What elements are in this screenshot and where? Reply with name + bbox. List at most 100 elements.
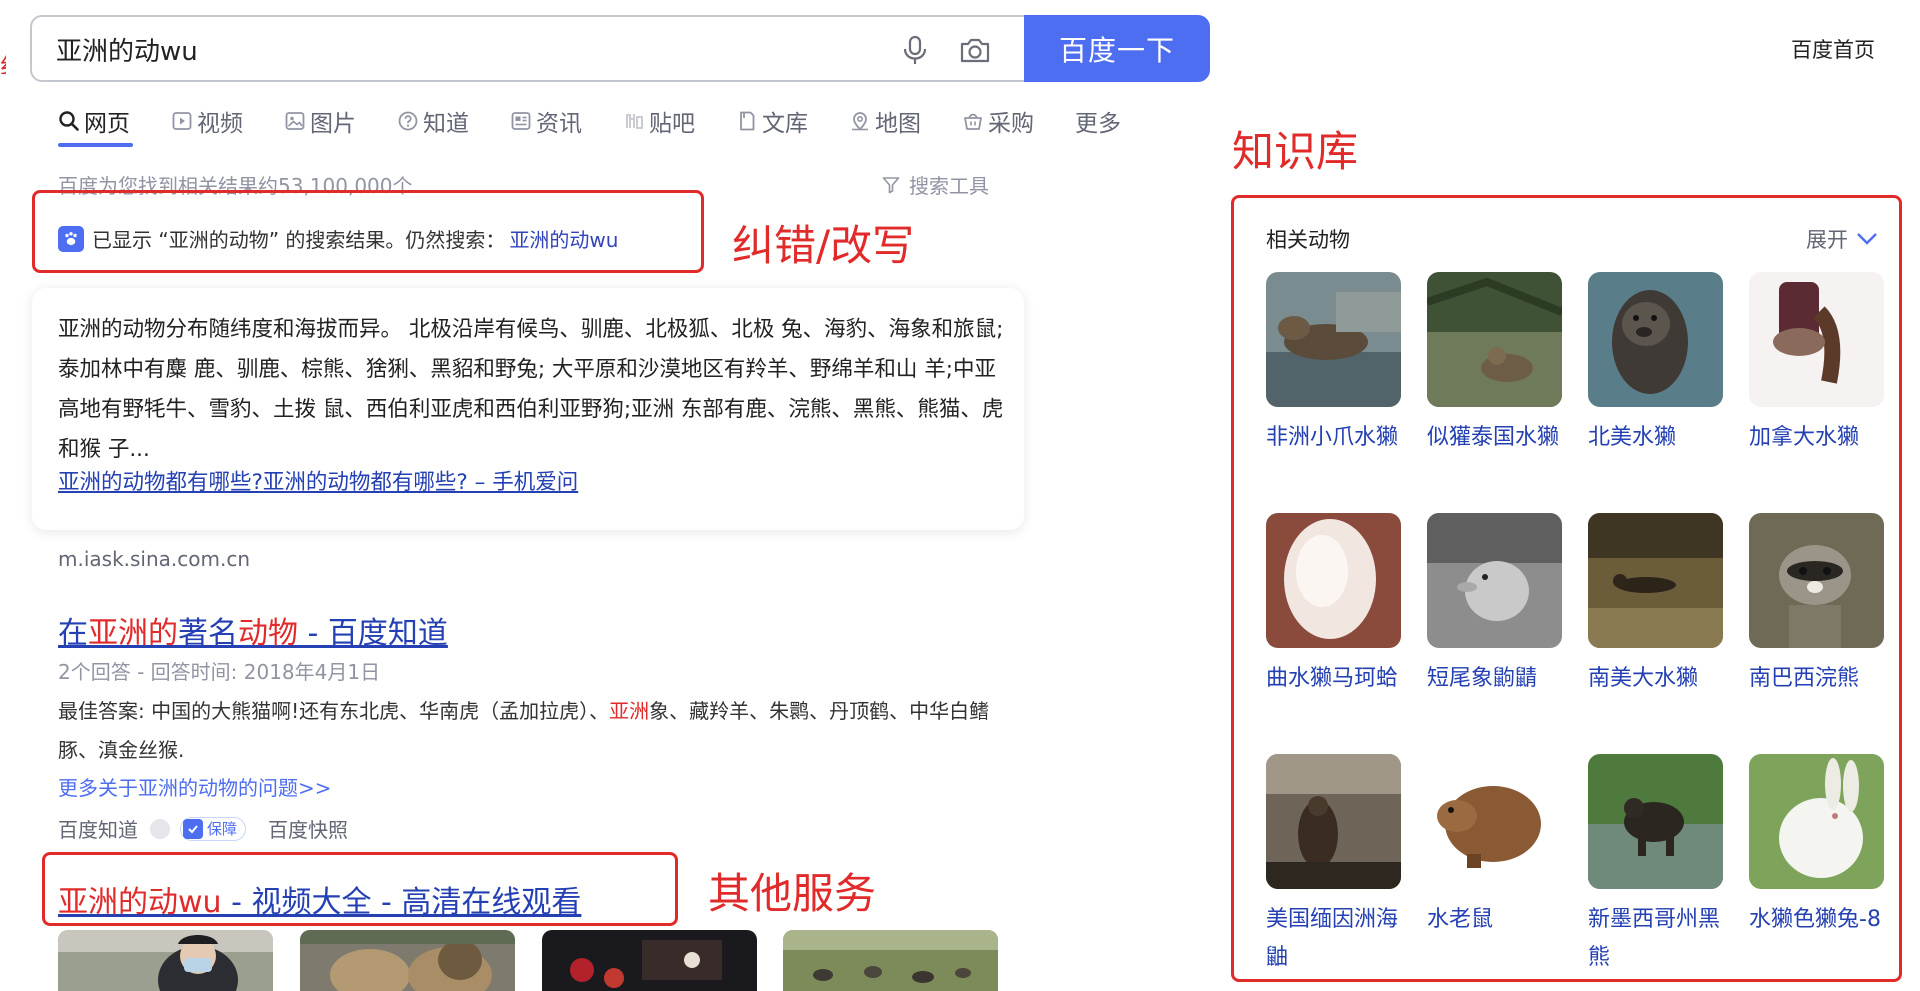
search-tools-button[interactable]: 搜索工具 xyxy=(881,170,989,199)
tab-map[interactable]: 地图 xyxy=(849,104,921,138)
search-box[interactable]: 亚洲的动wu xyxy=(30,15,1026,82)
tab-label: 资讯 xyxy=(536,111,582,137)
title-part: 著名 xyxy=(178,616,238,651)
badge-label: 保障 xyxy=(207,820,238,838)
animal-name: 曲水獭马珂蛤 xyxy=(1266,666,1399,691)
source-name[interactable]: 百度知道 xyxy=(58,814,138,843)
animal-card[interactable]: 南美大水獭 xyxy=(1588,513,1726,698)
animal-name: 加拿大水獭 xyxy=(1749,425,1860,450)
tab-news[interactable]: 资讯 xyxy=(510,104,582,138)
tab-wenku[interactable]: 文库 xyxy=(736,104,808,138)
tab-label: 文库 xyxy=(762,111,808,137)
result-footer: 百度知道 保障 百度快照 xyxy=(58,814,348,843)
animal-image xyxy=(1749,754,1884,889)
video-icon xyxy=(172,112,192,130)
search-tools-label: 搜索工具 xyxy=(909,174,989,198)
search-icon xyxy=(59,111,79,131)
title-part: - 视频大全 - 高清在线观看 xyxy=(221,885,582,920)
animal-card[interactable]: 北美水獭 xyxy=(1588,272,1726,457)
search-button[interactable]: 百度一下 xyxy=(1024,15,1210,82)
question-icon xyxy=(398,111,418,131)
chevron-down-icon xyxy=(1857,233,1877,245)
title-part: 在 xyxy=(58,616,88,651)
tab-label: 网页 xyxy=(84,111,130,137)
basket-icon xyxy=(964,113,982,130)
animal-card[interactable]: 加拿大水獭 xyxy=(1749,272,1887,457)
animal-image xyxy=(1266,754,1401,889)
animal-image xyxy=(1749,272,1884,407)
animal-image xyxy=(1588,513,1723,648)
tab-label: 图片 xyxy=(310,111,356,137)
microphone-icon[interactable] xyxy=(898,33,932,67)
correction-text: 已显示 “亚洲的动物” 的搜索结果。仍然搜索： xyxy=(92,228,506,252)
tab-label: 视频 xyxy=(197,111,243,137)
document-icon xyxy=(740,111,755,131)
animal-image xyxy=(1266,272,1401,407)
video-thumbnail[interactable] xyxy=(58,930,273,991)
animal-card[interactable]: 美国缅因洲海鼬 xyxy=(1266,754,1404,977)
animal-image xyxy=(1749,513,1884,648)
animal-card[interactable]: 新墨西哥州黑熊 xyxy=(1588,754,1726,977)
result-title-link[interactable]: 在亚洲的著名动物 - 百度知道 xyxy=(58,608,448,652)
result-snippet: 最佳答案: 中国的大熊猫啊!还有东北虎、华南虎（孟加拉虎）、亚洲象、藏羚羊、朱鹮… xyxy=(58,692,1008,770)
animal-name: 南美大水獭 xyxy=(1588,666,1699,691)
news-icon xyxy=(511,112,531,130)
tab-label: 采购 xyxy=(988,111,1034,137)
animal-image xyxy=(1427,272,1562,407)
active-tab-indicator xyxy=(58,143,133,147)
tab-purchase[interactable]: 采购 xyxy=(962,104,1034,138)
animal-card[interactable]: 南巴西浣熊 xyxy=(1749,513,1887,698)
annotation-label-correction: 纠错/改写 xyxy=(732,221,915,270)
animal-card[interactable]: 似獾泰国水獭 xyxy=(1427,272,1565,457)
animal-name: 新墨西哥州黑熊 xyxy=(1588,907,1721,970)
animal-card[interactable]: 非洲小爪水獭 xyxy=(1266,272,1404,457)
tab-video[interactable]: 视频 xyxy=(171,104,243,138)
animal-name: 水老鼠 xyxy=(1427,907,1494,932)
image-icon xyxy=(285,112,305,130)
snippet-highlight: 亚洲 xyxy=(609,699,650,723)
video-thumbnail[interactable] xyxy=(300,930,515,991)
tab-image[interactable]: 图片 xyxy=(284,104,356,138)
annotation-edge-mark: 纠 xyxy=(0,46,6,74)
annotation-label-knowledge: 知识库 xyxy=(1232,127,1359,176)
animal-image xyxy=(1588,754,1723,889)
tab-zhidao[interactable]: 知道 xyxy=(397,104,469,138)
search-input[interactable]: 亚洲的动wu xyxy=(56,31,198,68)
tab-more[interactable]: 更多 xyxy=(1075,104,1121,138)
answer-text: 亚洲的动物分布随纬度和海拔而异。 北极沿岸有候鸟、驯鹿、北极狐、北极 兔、海豹、… xyxy=(58,317,1004,462)
animal-name: 似獾泰国水獭 xyxy=(1427,425,1560,450)
tieba-icon xyxy=(626,114,643,129)
tab-label: 更多 xyxy=(1075,111,1121,137)
snapshot-link[interactable]: 百度快照 xyxy=(268,814,348,843)
animal-name: 南巴西浣熊 xyxy=(1749,666,1860,691)
guarantee-badge[interactable]: 保障 xyxy=(180,816,247,841)
answer-source-url: m.iask.sina.com.cn xyxy=(58,547,251,571)
camera-icon[interactable] xyxy=(958,33,992,67)
animal-name: 美国缅因洲海鼬 xyxy=(1266,907,1399,970)
animal-card[interactable]: 曲水獭马珂蛤 xyxy=(1266,513,1404,698)
expand-button[interactable]: 展开 xyxy=(1806,224,1878,254)
title-highlight: 动物 xyxy=(238,616,298,651)
more-questions-link[interactable]: 更多关于亚洲的动物的问题>> xyxy=(58,772,332,801)
check-icon xyxy=(183,818,203,839)
tab-label: 地图 xyxy=(875,111,921,137)
animal-card[interactable]: 水老鼠 xyxy=(1427,754,1565,939)
tab-label: 贴吧 xyxy=(649,111,695,137)
video-thumbnail[interactable] xyxy=(783,930,998,991)
animal-card[interactable]: 水獭色獭兔-8 xyxy=(1749,754,1887,939)
correction-link[interactable]: 亚洲的动wu xyxy=(509,224,618,253)
animal-name: 短尾象鼩鼱 xyxy=(1427,666,1538,691)
title-highlight: 亚洲的 xyxy=(88,616,178,651)
animal-card[interactable]: 短尾象鼩鼱 xyxy=(1427,513,1565,698)
video-thumbnail[interactable] xyxy=(542,930,757,991)
answer-link[interactable]: 亚洲的动物都有哪些?亚洲的动物都有哪些? – 手机爱问 xyxy=(58,465,578,496)
result-meta: 2个回答 - 回答时间: 2018年4月1日 xyxy=(58,660,381,684)
tab-web[interactable]: 网页 xyxy=(58,104,130,138)
video-result-title[interactable]: 亚洲的动wu - 视频大全 - 高清在线观看 xyxy=(58,877,581,921)
animal-image xyxy=(1427,513,1562,648)
tab-tieba[interactable]: 贴吧 xyxy=(623,104,695,138)
home-link[interactable]: 百度首页 xyxy=(1791,34,1875,64)
knowledge-panel-heading: 相关动物 xyxy=(1266,228,1350,252)
title-part: - 百度知道 xyxy=(298,616,448,651)
nav-tabs: 网页 视频 图片 知道 资讯 贴吧 文库 地图 采购 更多 xyxy=(58,103,1162,139)
